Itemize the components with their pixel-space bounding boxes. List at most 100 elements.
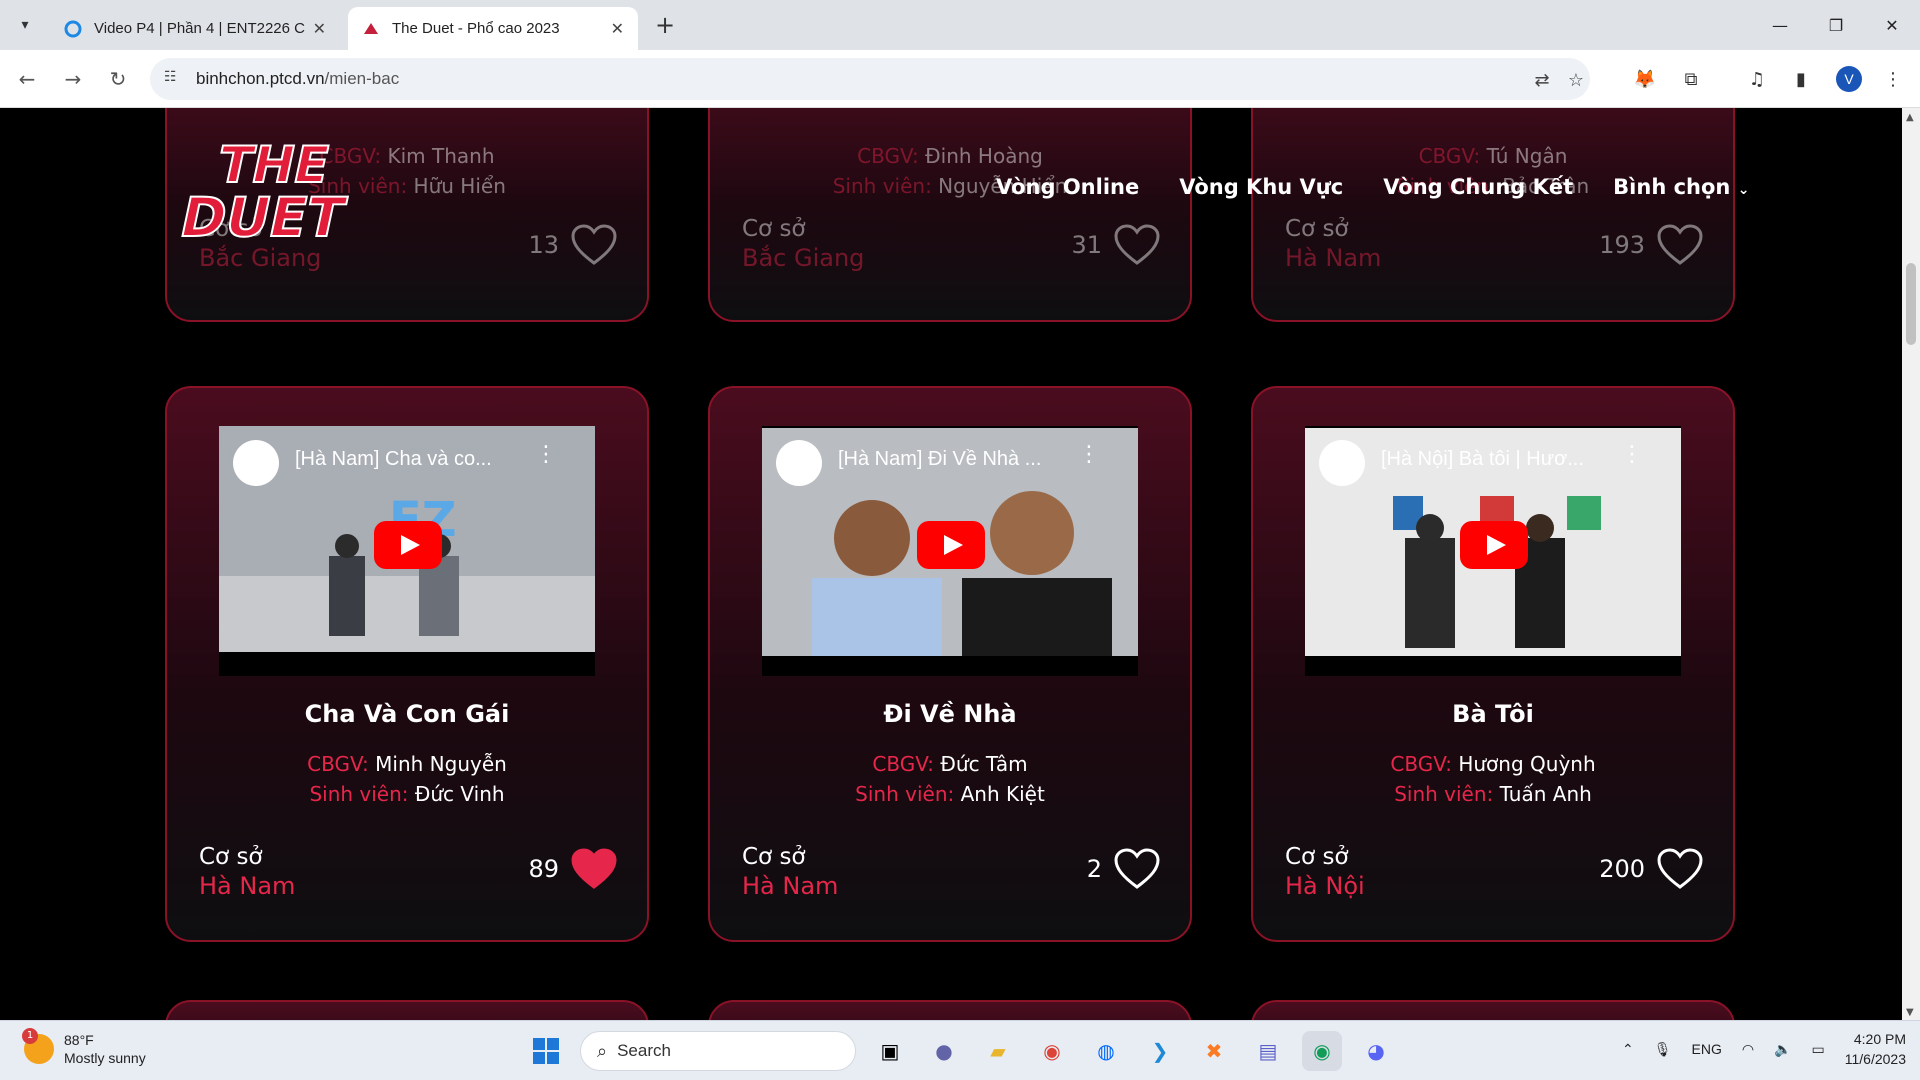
taskbar-search[interactable]: ⌕ Search [580,1031,856,1071]
minimize-icon[interactable]: — [1752,0,1808,50]
url-text[interactable]: binhchon.ptcd.vn/mien-bac [196,69,399,89]
extensions-puzzle-icon[interactable]: ⧉ [1676,64,1706,94]
more-options-icon[interactable]: ⋮ [535,444,557,466]
contestant-card: CBGV: Tú Ngân Sinh viên: Bảo Trân Cơ sở H… [1251,108,1735,322]
battery-icon[interactable]: ▭ [1812,1041,1825,1058]
language-indicator[interactable]: ENG [1692,1041,1722,1057]
chrome-icon[interactable]: ◉ [1032,1031,1072,1071]
profile-avatar[interactable]: V [1836,66,1862,92]
zalo-icon[interactable]: ◍ [1086,1031,1126,1071]
teams-icon[interactable]: ▤ [1248,1031,1288,1071]
bookmark-star-icon[interactable]: ☆ [1564,70,1588,94]
channel-avatar[interactable] [1319,440,1365,486]
vote-count: 31 [1071,231,1102,259]
heart-filled-icon[interactable] [571,848,617,890]
teacher-line: CBGV: Minh Nguyễn [307,752,507,776]
tab-video-p4[interactable]: Video P4 | Phần 4 | ENT2226 C ✕ [50,7,340,50]
vote-count: 2 [1086,855,1102,883]
heart-outline-icon[interactable] [1657,224,1703,266]
browser-toolbar: ← → ↻ ☷ binhchon.ptcd.vn/mien-bac ⇄ ☆ 🦊 … [0,50,1920,108]
window-controls: — ❐ ✕ [1752,0,1920,50]
contestant-card: FZ [Hà Nam] Cha và co... ⋮ Cha Và Con Gá… [165,386,649,942]
windows-start-icon[interactable] [526,1031,566,1071]
media-control-icon[interactable]: ♫ [1742,64,1772,94]
close-tab-icon[interactable]: ✕ [611,19,624,39]
contestant-card: [Hà Nam] Đi Về Nhà ... ⋮ Đi Về Nhà CBGV:… [708,386,1192,942]
sun-icon: 1 [22,1028,54,1064]
teacher-line: CBGV: Hương Quỳnh [1390,752,1596,776]
scroll-down-icon[interactable]: ▼ [1906,1007,1914,1018]
heart-outline-icon[interactable] [571,224,617,266]
file-explorer-icon[interactable]: ▰ [978,1031,1018,1071]
extension-fox-icon[interactable]: 🦊 [1630,64,1660,94]
tab-title: The Duet - Phổ cao 2023 [392,20,560,37]
page-viewport: CBGV: Kim Thanh Sinh viên: Hữu Hiển Cơ s… [0,108,1902,1020]
browser-menu-icon[interactable]: ⋮ [1878,64,1908,94]
vote-area: 89 [528,848,617,890]
video-title[interactable]: [Hà Nội] Bà tôi | Hươ... [1381,448,1651,471]
restore-icon[interactable]: ❐ [1808,0,1864,50]
play-button-icon[interactable] [917,521,985,569]
more-options-icon[interactable]: ⋮ [1078,444,1100,466]
volume-icon[interactable]: 🔈 [1774,1041,1791,1058]
chevron-up-icon[interactable]: ⌃ [1622,1041,1634,1058]
address-bar[interactable]: ☷ binhchon.ptcd.vn/mien-bac ⇄ ☆ [150,58,1590,100]
base-info: Cơ sở Hà Nam [742,844,839,900]
microphone-icon[interactable]: 🎙 [1654,1041,1672,1058]
video-title[interactable]: [Hà Nam] Cha và co... [295,448,565,471]
weather-temp: 88°F [64,1032,94,1048]
page-scrollbar[interactable]: ▲ ▼ [1902,108,1920,1020]
scrollbar-thumb[interactable] [1906,263,1916,345]
more-options-icon[interactable]: ⋮ [1621,444,1643,466]
youtube-embed[interactable]: [Hà Nam] Đi Về Nhà ... ⋮ [762,426,1138,676]
meet-icon[interactable]: ● [924,1031,964,1071]
nav-vong-chung-ket[interactable]: Vòng Chung Kết [1383,175,1573,199]
teacher-line: CBGV: Đức Tâm [872,752,1028,776]
forward-arrow-icon[interactable]: → [58,64,88,94]
site-info-icon[interactable]: ☷ [164,69,184,89]
clock[interactable]: 4:20 PM 11/6/2023 [1845,1029,1906,1069]
channel-avatar[interactable] [233,440,279,486]
windows-taskbar: 1 88°F Mostly sunny ⌕ Search ▣ ● ▰ ◉ ◍ ❯ ✖… [0,1020,1920,1080]
weather-widget[interactable]: 1 88°F Mostly sunny [22,1028,146,1067]
tab-the-duet[interactable]: The Duet - Phổ cao 2023 ✕ [348,7,638,50]
taskbar-apps: ⌕ Search ▣ ● ▰ ◉ ◍ ❯ ✖ ▤ ◉ ◕ [526,1031,1396,1071]
youtube-embed[interactable]: [Hà Nội] Bà tôi | Hươ... ⋮ [1305,426,1681,676]
heart-outline-icon[interactable] [1114,224,1160,266]
teacher-line: CBGV: Kim Thanh [319,144,495,168]
nav-binh-chon[interactable]: Bình chọn ⌄ [1613,175,1749,199]
chrome-active-icon[interactable]: ◉ [1302,1031,1342,1071]
vote-area: 13 [528,224,617,266]
task-view-icon[interactable]: ▣ [870,1031,910,1071]
play-button-icon[interactable] [1460,521,1528,569]
channel-avatar[interactable] [776,440,822,486]
vscode-icon[interactable]: ❯ [1140,1031,1180,1071]
xampp-icon[interactable]: ✖ [1194,1031,1234,1071]
student-line: Sinh viên: Anh Kiệt [855,782,1045,806]
close-tab-icon[interactable]: ✕ [313,19,326,39]
nav-vong-khu-vuc[interactable]: Vòng Khu Vực [1179,175,1343,199]
new-tab-button[interactable]: + [650,10,680,40]
student-line: Sinh viên: Tuấn Anh [1394,782,1592,806]
system-tray: ⌃ 🎙 ENG ◠ 🔈 ▭ 4:20 PM 11/6/2023 [1622,1029,1906,1069]
youtube-embed[interactable]: FZ [Hà Nam] Cha và co... ⋮ [219,426,595,676]
vote-area: 193 [1599,224,1703,266]
contestant-card: CBGV: Kim Thanh Sinh viên: Hữu Hiển Cơ s… [165,108,649,322]
reload-icon[interactable]: ↻ [103,64,133,94]
nav-vong-online[interactable]: Vòng Online [996,175,1139,199]
heart-outline-icon[interactable] [1657,848,1703,890]
discord-icon[interactable]: ◕ [1356,1031,1396,1071]
translate-icon[interactable]: ⇄ [1530,70,1554,94]
scroll-up-icon[interactable]: ▲ [1906,112,1914,123]
close-window-icon[interactable]: ✕ [1864,0,1920,50]
back-arrow-icon[interactable]: ← [12,64,42,94]
side-panel-icon[interactable]: ▮ [1786,64,1816,94]
play-button-icon[interactable] [374,521,442,569]
tab-search-button[interactable]: ▾ [10,10,40,40]
teacher-line: CBGV: Tú Ngân [1418,144,1568,168]
wifi-icon[interactable]: ◠ [1742,1041,1754,1058]
vote-area: 2 [1087,848,1160,890]
base-info: Cơ sở Bắc Giang [199,216,322,272]
video-title[interactable]: [Hà Nam] Đi Về Nhà ... [838,448,1108,471]
heart-outline-icon[interactable] [1114,848,1160,890]
